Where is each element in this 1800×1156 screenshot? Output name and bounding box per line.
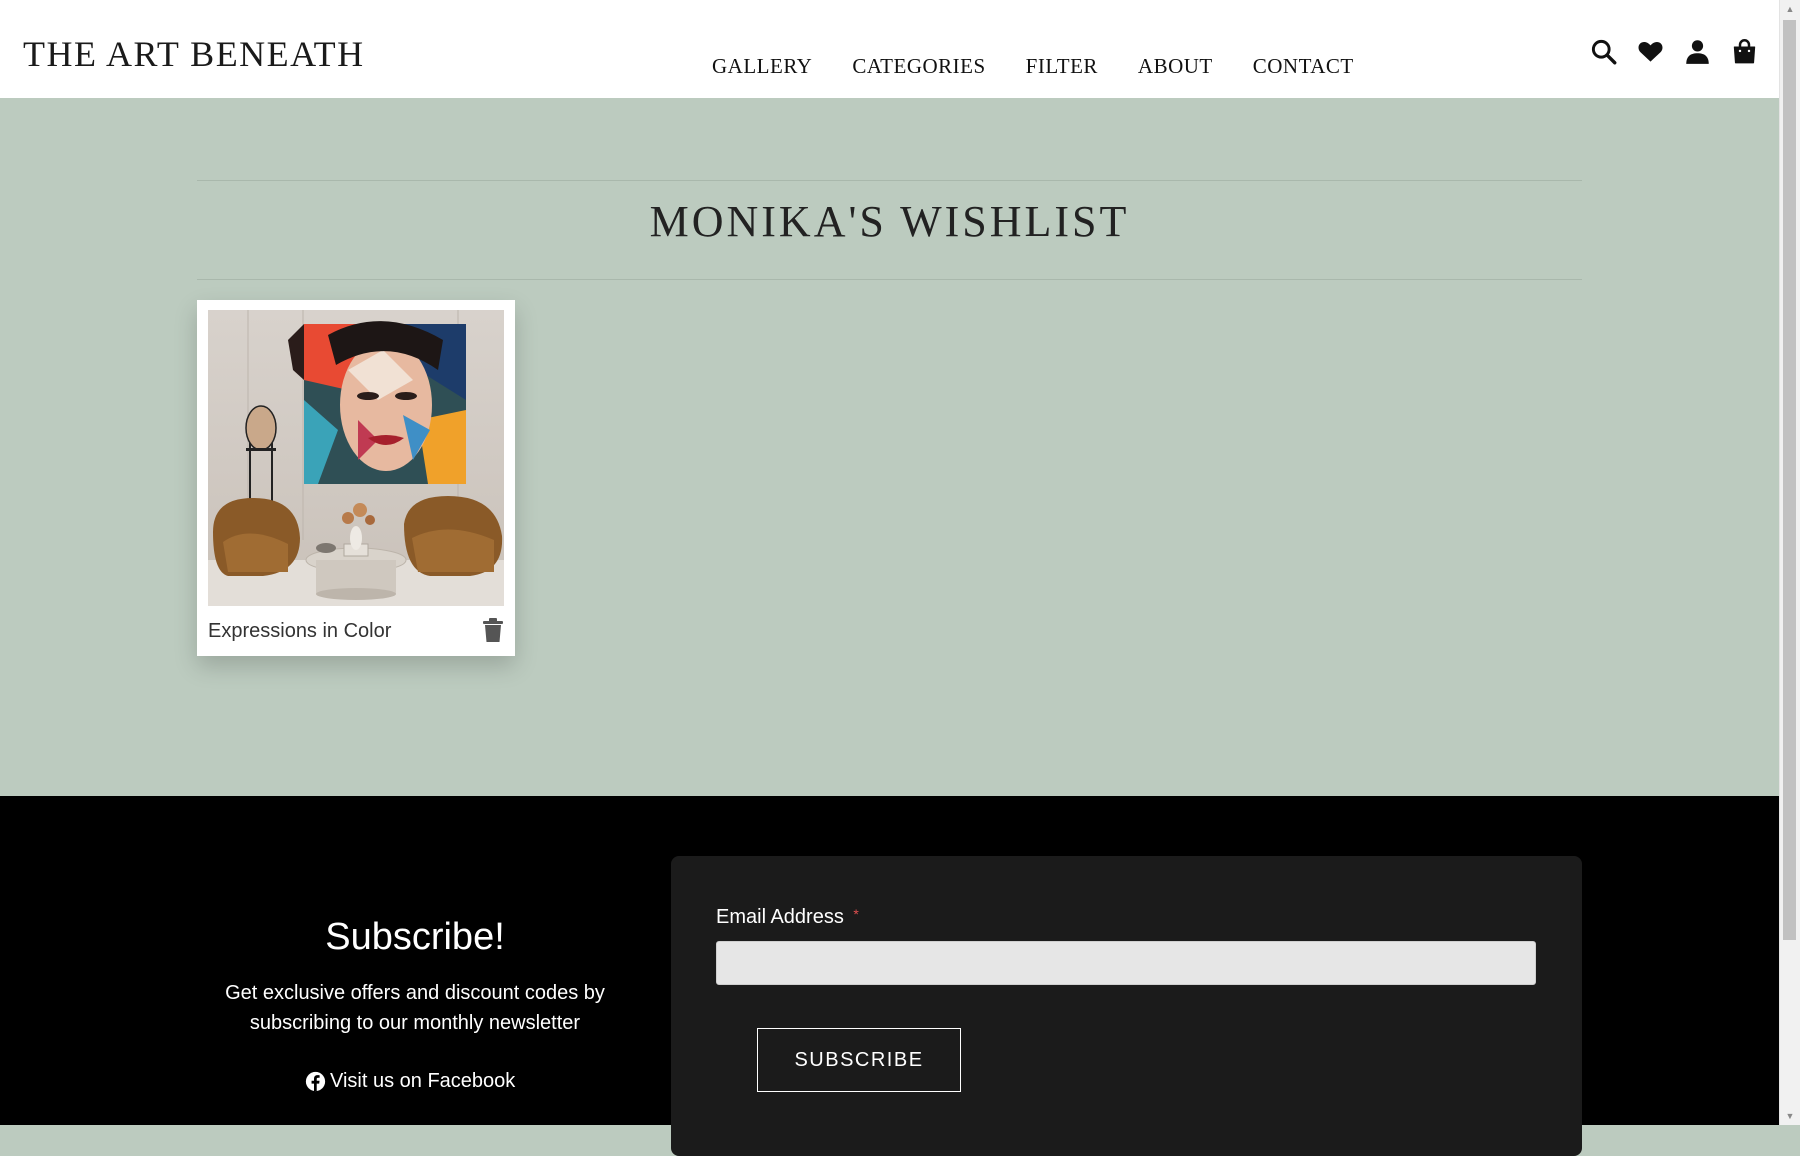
email-label: Email Address * xyxy=(716,906,859,929)
trash-icon[interactable] xyxy=(482,618,504,642)
scroll-up-arrow-icon[interactable]: ▲ xyxy=(1780,0,1800,18)
subscribe-title: Subscribe! xyxy=(325,916,505,958)
site-footer: Subscribe! Get exclusive offers and disc… xyxy=(0,796,1780,1156)
required-mark: * xyxy=(853,906,859,922)
wishlist-section: MONIKA'S WISHLIST Expressions in Color xyxy=(0,98,1780,796)
email-field[interactable] xyxy=(716,941,1536,985)
nav-about[interactable]: ABOUT xyxy=(1138,54,1213,79)
header-icons xyxy=(1590,38,1758,65)
scrollbar-thumb[interactable] xyxy=(1783,20,1796,940)
subscribe-button[interactable]: SUBSCRIBE xyxy=(757,1028,961,1092)
nav-gallery[interactable]: GALLERY xyxy=(712,54,812,79)
email-label-text: Email Address xyxy=(716,906,844,928)
bag-icon[interactable] xyxy=(1731,38,1758,65)
nav-contact[interactable]: CONTACT xyxy=(1253,54,1354,79)
search-icon[interactable] xyxy=(1590,38,1617,65)
title-divider-bottom xyxy=(197,279,1582,280)
facebook-link-label: Visit us on Facebook xyxy=(330,1070,516,1092)
heart-icon[interactable] xyxy=(1637,38,1664,65)
page-scrollbar[interactable]: ▲ ▼ xyxy=(1779,0,1800,1125)
title-divider-top xyxy=(197,180,1582,181)
scroll-down-arrow-icon[interactable]: ▼ xyxy=(1780,1107,1800,1125)
page-title: MONIKA'S WISHLIST xyxy=(649,197,1130,246)
site-header: THE ART BENEATH GALLERY CATEGORIES FILTE… xyxy=(0,0,1780,98)
item-title[interactable]: Expressions in Color xyxy=(208,620,391,643)
facebook-link[interactable]: Visit us on Facebook xyxy=(305,1070,515,1093)
artwork-image[interactable] xyxy=(208,310,504,606)
wishlist-item: Expressions in Color xyxy=(197,300,515,656)
nav-filter[interactable]: FILTER xyxy=(1026,54,1098,79)
nav-categories[interactable]: CATEGORIES xyxy=(852,54,985,79)
facebook-icon xyxy=(305,1071,326,1092)
newsletter-form: Email Address * SUBSCRIBE xyxy=(671,856,1582,1156)
site-logo[interactable]: THE ART BENEATH xyxy=(23,33,365,75)
subscribe-description: Get exclusive offers and discount codes … xyxy=(225,982,605,1034)
main-nav: GALLERY CATEGORIES FILTER ABOUT CONTACT xyxy=(712,54,1394,79)
user-icon[interactable] xyxy=(1684,38,1711,65)
